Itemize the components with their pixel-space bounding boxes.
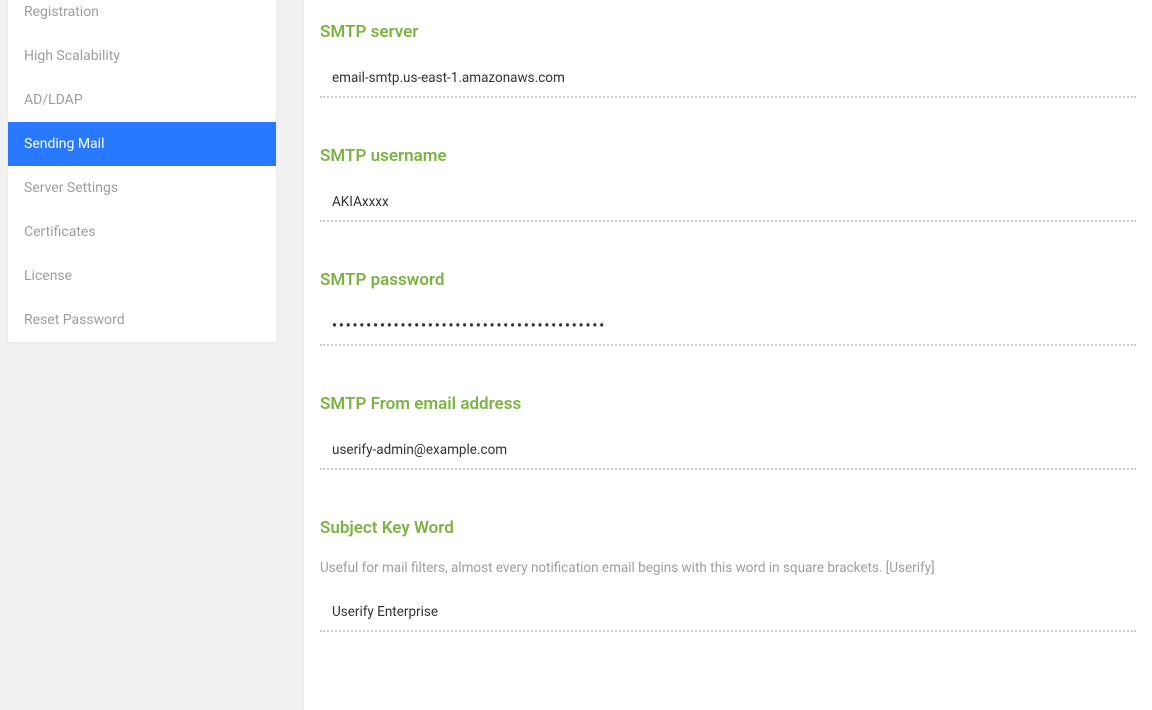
sidebar-item-license[interactable]: License xyxy=(8,254,276,298)
smtp-server-section: SMTP server xyxy=(320,0,1136,98)
sidebar: Registration High Scalability AD/LDAP Se… xyxy=(8,0,276,342)
smtp-from-label: SMTP From email address xyxy=(320,394,1136,414)
smtp-password-label: SMTP password xyxy=(320,270,1136,290)
sidebar-item-registration[interactable]: Registration xyxy=(8,0,276,34)
subject-keyword-hint: Useful for mail filters, almost every no… xyxy=(320,558,1136,578)
main-content: SMTP server SMTP username SMTP password … xyxy=(304,0,1152,710)
sidebar-item-certificates[interactable]: Certificates xyxy=(8,210,276,254)
sidebar-item-server-settings[interactable]: Server Settings xyxy=(8,166,276,210)
sidebar-item-high-scalability[interactable]: High Scalability xyxy=(8,34,276,78)
smtp-password-input[interactable] xyxy=(320,310,1136,346)
smtp-from-input[interactable] xyxy=(320,434,1136,470)
smtp-username-input[interactable] xyxy=(320,186,1136,222)
smtp-from-section: SMTP From email address xyxy=(320,394,1136,470)
smtp-password-section: SMTP password xyxy=(320,270,1136,346)
subject-keyword-section: Subject Key Word Useful for mail filters… xyxy=(320,518,1136,632)
sidebar-item-reset-password[interactable]: Reset Password xyxy=(8,298,276,342)
sidebar-item-sending-mail[interactable]: Sending Mail xyxy=(8,122,276,166)
subject-keyword-label: Subject Key Word xyxy=(320,518,1136,538)
smtp-server-input[interactable] xyxy=(320,62,1136,98)
smtp-server-label: SMTP server xyxy=(320,22,1136,42)
subject-keyword-input[interactable] xyxy=(320,596,1136,632)
smtp-username-section: SMTP username xyxy=(320,146,1136,222)
smtp-username-label: SMTP username xyxy=(320,146,1136,166)
sidebar-item-ad-ldap[interactable]: AD/LDAP xyxy=(8,78,276,122)
